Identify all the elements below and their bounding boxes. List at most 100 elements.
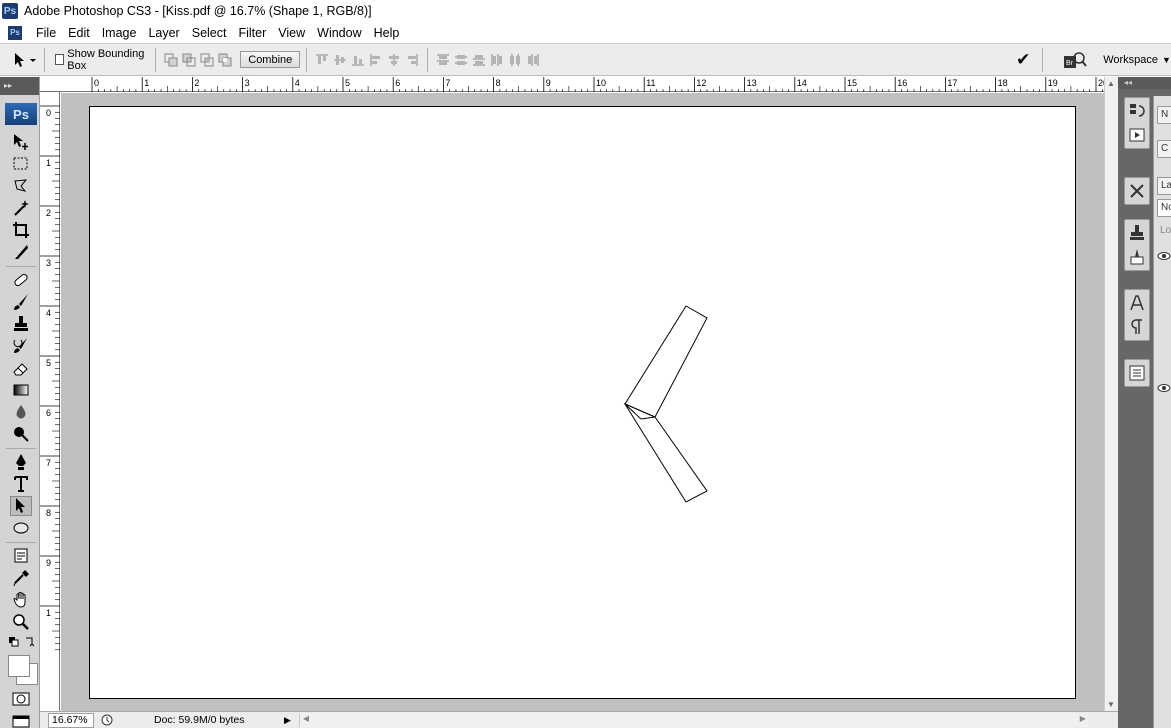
shape-1-path[interactable]	[90, 107, 1077, 700]
align-top-edges-icon[interactable]	[315, 52, 329, 68]
menu-select[interactable]: Select	[186, 26, 233, 40]
foreground-color-swatch[interactable]	[8, 655, 30, 677]
crop-tool-icon[interactable]	[10, 220, 32, 240]
menu-edit[interactable]: Edit	[62, 26, 96, 40]
align-horizontal-centers-icon[interactable]	[387, 52, 401, 68]
horizontal-ruler[interactable]: 01234567891011121314151617181920	[46, 77, 1108, 92]
lasso-tool-icon[interactable]	[10, 176, 32, 196]
menu-filter[interactable]: Filter	[232, 26, 272, 40]
path-selection-tool-icon[interactable]	[10, 496, 32, 516]
ruler-label: 0	[46, 108, 51, 118]
default-colors-swap-icon[interactable]	[6, 635, 36, 649]
slice-tool-icon[interactable]	[10, 242, 32, 262]
bridge-icon[interactable]: Br	[1063, 49, 1087, 71]
commit-checkmark-icon[interactable]: ✔	[1016, 50, 1030, 70]
menu-view[interactable]: View	[272, 26, 311, 40]
horizontal-scrollbar[interactable]: ◀ ▶	[298, 713, 1089, 727]
add-to-shape-area-icon[interactable]	[164, 52, 178, 68]
document-window-icon[interactable]: Ps	[8, 25, 22, 40]
align-right-edges-icon[interactable]	[405, 52, 419, 68]
menu-help[interactable]: Help	[368, 26, 406, 40]
history-panel-icon[interactable]	[1126, 100, 1148, 122]
eyedropper-tool-icon[interactable]	[10, 568, 32, 588]
ruler-label: 18	[998, 78, 1008, 88]
vertical-scrollbar[interactable]: ▲ ▼	[1104, 77, 1118, 711]
photoshop-app-icon: Ps	[2, 3, 18, 19]
intersect-shape-areas-icon[interactable]	[200, 52, 214, 68]
brush-tool-icon[interactable]	[10, 292, 32, 312]
move-tool-icon[interactable]	[10, 132, 32, 152]
distribute-left-edges-icon[interactable]	[490, 52, 504, 68]
distribute-right-edges-icon[interactable]	[526, 52, 540, 68]
panel-group-history	[1124, 97, 1150, 149]
actions-panel-icon[interactable]	[1126, 124, 1148, 146]
status-menu-arrow-icon[interactable]: ▶	[284, 715, 291, 726]
ruler-label: 19	[1048, 78, 1058, 88]
combine-button[interactable]: Combine	[240, 51, 301, 68]
layer-visibility-eye-icon[interactable]	[1157, 250, 1171, 264]
paragraph-panel-icon[interactable]	[1126, 316, 1148, 338]
distribute-top-edges-icon[interactable]	[436, 52, 450, 68]
show-bounding-box-checkbox[interactable]	[54, 54, 65, 65]
toolbox-grip[interactable]: ▸▸	[0, 77, 39, 95]
zoom-tool-icon[interactable]	[10, 612, 32, 632]
layer-visibility-eye-icon[interactable]	[1157, 382, 1171, 396]
layer-comps-panel-icon[interactable]	[1126, 362, 1148, 384]
align-bottom-edges-icon[interactable]	[351, 52, 365, 68]
clone-source-panel-icon[interactable]	[1126, 222, 1148, 244]
magic-wand-tool-icon[interactable]	[10, 198, 32, 218]
notes-tool-icon[interactable]	[10, 546, 32, 566]
tool-presets-panel-icon[interactable]	[1126, 180, 1148, 202]
lock-label: Lo	[1160, 225, 1171, 236]
menu-layer[interactable]: Layer	[142, 26, 185, 40]
menu-bar: Ps File Edit Image Layer Select Filter V…	[0, 22, 1171, 43]
subtract-from-shape-area-icon[interactable]	[182, 52, 196, 68]
menu-image[interactable]: Image	[96, 26, 143, 40]
quick-mask-mode-icon[interactable]	[10, 689, 32, 709]
scroll-right-icon[interactable]: ▶	[1080, 714, 1086, 723]
hand-tool-icon[interactable]	[10, 590, 32, 610]
status-info-icon[interactable]	[100, 713, 114, 727]
menu-file[interactable]: File	[30, 26, 62, 40]
pen-tool-icon[interactable]	[10, 452, 32, 472]
scroll-left-icon[interactable]: ◀	[303, 714, 309, 723]
align-vertical-centers-icon[interactable]	[333, 52, 347, 68]
gradient-tool-icon[interactable]	[10, 380, 32, 400]
layers-panel-tab[interactable]: La	[1157, 177, 1171, 195]
shape-upper-arm[interactable]	[624, 305, 708, 418]
clone-stamp-tool-icon[interactable]	[10, 314, 32, 334]
menu-window[interactable]: Window	[311, 26, 367, 40]
shape-lower-arm[interactable]	[623, 402, 708, 503]
exclude-overlapping-shape-areas-icon[interactable]	[218, 52, 232, 68]
show-bounding-box-toggle[interactable]: Show Bounding Box	[54, 48, 149, 72]
distribute-vertical-centers-icon[interactable]	[454, 52, 468, 68]
vertical-ruler[interactable]: 0 1 2 3 4 5 6 7 8 9 1	[40, 92, 60, 711]
document-size-info: Doc: 59.9M/0 bytes	[154, 714, 245, 726]
dodge-tool-icon[interactable]	[10, 424, 32, 444]
workspace-menu[interactable]: Workspace ▼	[1103, 54, 1171, 66]
scroll-up-icon[interactable]: ▲	[1107, 79, 1115, 88]
history-brush-tool-icon[interactable]	[10, 336, 32, 356]
navigator-panel-tab[interactable]: N	[1157, 106, 1171, 124]
healing-brush-tool-icon[interactable]	[10, 270, 32, 290]
zoom-level-field[interactable]: 16.67%	[48, 712, 94, 728]
distribute-horizontal-centers-icon[interactable]	[508, 52, 522, 68]
character-panel-icon[interactable]	[1126, 292, 1148, 314]
tool-preset-picker[interactable]	[10, 48, 38, 72]
ruler-label: 9	[546, 78, 551, 88]
ruler-label: 17	[947, 78, 957, 88]
distribute-bottom-edges-icon[interactable]	[472, 52, 486, 68]
brushes-panel-icon[interactable]	[1126, 246, 1148, 268]
blend-mode-select[interactable]: No	[1157, 199, 1171, 217]
type-tool-icon[interactable]	[10, 474, 32, 494]
blur-tool-icon[interactable]	[10, 402, 32, 422]
eraser-tool-icon[interactable]	[10, 358, 32, 378]
ellipse-tool-icon[interactable]	[10, 518, 32, 538]
scroll-down-icon[interactable]: ▼	[1107, 700, 1115, 709]
document-canvas[interactable]	[89, 106, 1076, 699]
panel-dock-grip[interactable]: ◂◂	[1118, 77, 1171, 89]
color-panel-tab[interactable]: C	[1157, 140, 1171, 158]
marquee-tool-icon[interactable]	[10, 154, 32, 174]
align-left-edges-icon[interactable]	[369, 52, 383, 68]
screen-mode-icon[interactable]	[10, 711, 32, 728]
